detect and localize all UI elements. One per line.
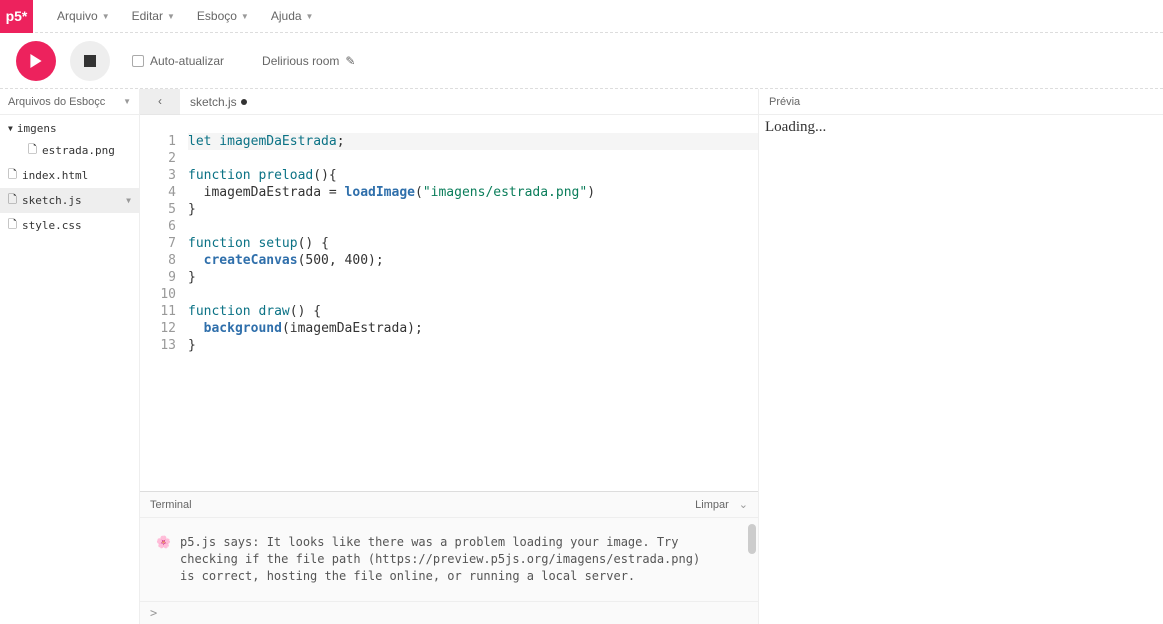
chevron-down-icon[interactable]: ⌄ [739, 498, 748, 511]
chevron-down-icon[interactable]: ▼ [126, 196, 131, 205]
folder-imgens[interactable]: ▼ imgens [0, 119, 139, 138]
line-gutter: 1 2 3 4 5 6 7 8 9 10 11 12 13 [140, 115, 180, 491]
chevron-down-icon: ▼ [167, 12, 175, 21]
terminal-input[interactable]: > [140, 601, 758, 624]
auto-update-checkbox[interactable] [132, 55, 144, 67]
file-index[interactable]: 🗋 index.html [0, 163, 139, 188]
preview-body: Loading... [759, 115, 1163, 624]
auto-update-label: Auto-atualizar [150, 54, 224, 68]
folder-label: imgens [17, 122, 57, 135]
flower-icon: 🌸 [156, 534, 171, 551]
chevron-left-icon: ‹ [158, 94, 162, 108]
file-icon: 🗋 [8, 191, 18, 210]
menu-edit[interactable]: Editar ▼ [132, 9, 175, 23]
file-label: sketch.js [22, 194, 82, 207]
tab-sketch[interactable]: sketch.js [180, 89, 257, 114]
chevron-down-icon: ▼ [306, 12, 314, 21]
stop-icon [84, 55, 96, 67]
folder-collapse-icon[interactable]: ▼ [8, 124, 13, 133]
clear-button[interactable]: Limpar [695, 499, 729, 511]
unsaved-dot-icon [241, 99, 247, 105]
file-sketch[interactable]: 🗋 sketch.js ▼ [0, 188, 139, 213]
code-content[interactable]: let imagemDaEstrada; function preload(){… [180, 115, 758, 491]
file-style[interactable]: 🗋 style.css [0, 213, 139, 238]
code-editor[interactable]: 1 2 3 4 5 6 7 8 9 10 11 12 13 let imagem… [140, 115, 758, 491]
file-label: style.css [22, 219, 82, 232]
file-label: estrada.png [42, 144, 115, 157]
stop-button[interactable] [70, 41, 110, 81]
play-button[interactable] [16, 41, 56, 81]
collapse-sidebar-button[interactable]: ‹ [140, 89, 180, 115]
sidebar-header[interactable]: Arquivos do Esboçc ▼ [0, 89, 139, 115]
menu-sketch-label: Esboço [197, 9, 237, 23]
play-icon [29, 54, 43, 68]
menu-file[interactable]: Arquivo ▼ [57, 9, 110, 23]
file-label: index.html [22, 169, 88, 182]
file-tree: ▼ imgens 🗋 estrada.png 🗋 index.html 🗋 sk… [0, 115, 139, 238]
file-icon: 🗋 [8, 166, 18, 185]
menu-help-label: Ajuda [271, 9, 302, 23]
chevron-down-icon: ▼ [123, 97, 131, 106]
tab-label: sketch.js [190, 95, 237, 109]
chevron-down-icon: ▼ [241, 12, 249, 21]
terminal-body[interactable]: 🌸 p5.js says: It looks like there was a … [140, 518, 758, 601]
p5-logo[interactable]: p5* [0, 0, 33, 33]
menu-help[interactable]: Ajuda ▼ [271, 9, 314, 23]
terminal-title: Terminal [150, 499, 192, 511]
sketch-name[interactable]: Delirious room [262, 54, 339, 68]
menu-file-label: Arquivo [57, 9, 98, 23]
file-icon: 🗋 [28, 141, 38, 160]
sidebar-title: Arquivos do Esboçc [8, 96, 105, 108]
file-estrada[interactable]: 🗋 estrada.png [0, 138, 139, 163]
file-icon: 🗋 [8, 216, 18, 235]
menu-sketch[interactable]: Esboço ▼ [197, 9, 249, 23]
preview-title: Prévia [769, 96, 800, 108]
menu-edit-label: Editar [132, 9, 163, 23]
terminal-message: p5.js says: It looks like there was a pr… [180, 535, 700, 583]
chevron-down-icon: ▼ [102, 12, 110, 21]
pencil-icon[interactable]: ✎ [345, 54, 355, 68]
preview-loading: Loading... [765, 119, 826, 135]
scrollbar[interactable] [748, 524, 756, 554]
